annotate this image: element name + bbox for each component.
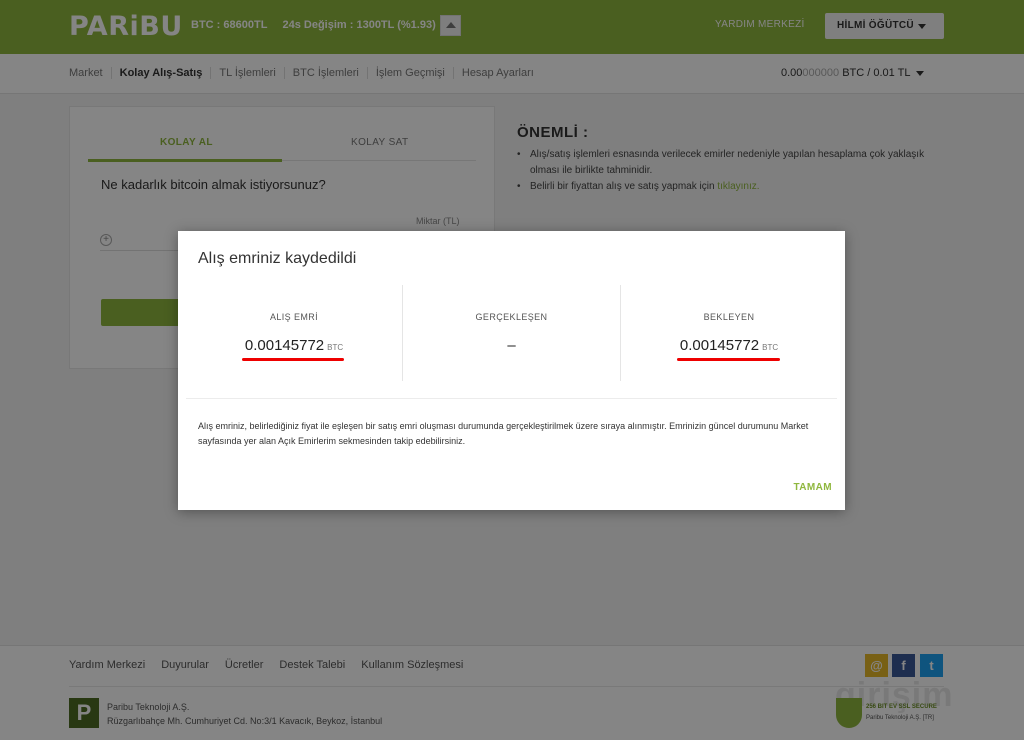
order-amount-unit: BTC xyxy=(327,343,344,352)
pending-amount-number: 0.00145772 xyxy=(679,337,760,354)
dialog-message: Alış emriniz, belirlediğiniz fiyat ile e… xyxy=(198,421,809,446)
pending-amount-highlight xyxy=(677,358,780,361)
pending-amount-label: BEKLEYEN xyxy=(703,312,755,322)
order-confirmation-dialog: Alış emriniz kaydedildi ALIŞ EMRİ 0.0014… xyxy=(178,231,845,510)
ok-button[interactable]: TAMAM xyxy=(794,482,832,493)
pending-amount-stat: BEKLEYEN 0.00145772 BTC xyxy=(621,285,837,381)
dialog-divider xyxy=(186,398,837,399)
pending-amount-value: 0.00145772 BTC xyxy=(621,337,837,354)
filled-amount-value: – xyxy=(507,337,516,354)
order-amount-stat: ALIŞ EMRİ 0.00145772 BTC xyxy=(186,285,402,381)
filled-amount-stat: GERÇEKLEŞEN – xyxy=(402,285,621,381)
dialog-title: Alış emriniz kaydedildi xyxy=(198,250,357,267)
filled-amount-label: GERÇEKLEŞEN xyxy=(475,312,548,322)
order-amount-highlight xyxy=(242,358,344,361)
order-amount-value: 0.00145772 BTC xyxy=(186,337,402,354)
order-amount-number: 0.00145772 xyxy=(244,337,325,354)
pending-amount-unit: BTC xyxy=(762,343,779,352)
order-amount-label: ALIŞ EMRİ xyxy=(269,312,319,322)
